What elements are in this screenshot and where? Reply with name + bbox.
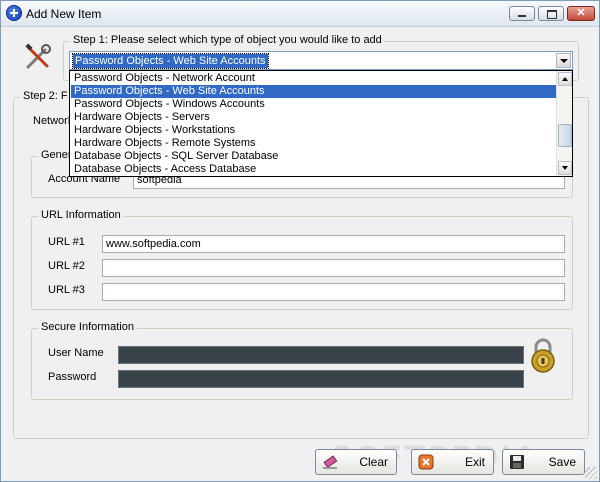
padlock-icon[interactable] — [528, 337, 558, 373]
clear-button-label: Clear — [359, 455, 388, 469]
url-information-legend: URL Information — [38, 209, 124, 221]
object-type-select[interactable]: Password Objects - Web Site Accounts — [69, 51, 573, 70]
close-icon: ✕ — [576, 7, 586, 19]
dropdown-scrollbar[interactable] — [556, 71, 572, 176]
url1-input[interactable]: www.softpedia.com — [102, 235, 565, 253]
secure-information-group: Secure Information — [31, 321, 573, 400]
url2-label: URL #2 — [48, 260, 85, 272]
scroll-up-icon[interactable] — [558, 72, 572, 86]
dropdown-option[interactable]: Database Objects - SQL Server Database — [71, 150, 557, 163]
dropdown-option[interactable]: Hardware Objects - Workstations — [71, 124, 557, 137]
title-bar[interactable]: Add New Item ✕ — [1, 1, 599, 27]
password-label: Password — [48, 371, 97, 383]
eraser-icon — [323, 455, 338, 469]
floppy-disk-icon — [510, 455, 524, 469]
add-circle-icon — [6, 5, 22, 21]
step1-legend: Step 1: Please select which type of obje… — [70, 34, 385, 46]
scrollbar-thumb[interactable] — [558, 124, 572, 147]
exit-button[interactable]: Exit — [411, 449, 494, 475]
url1-label: URL #1 — [48, 236, 85, 248]
url3-label: URL #3 — [48, 284, 85, 296]
minimize-button[interactable] — [509, 6, 535, 21]
exit-button-label: Exit — [464, 455, 485, 469]
object-type-dropdown-list[interactable]: Password Objects - Network Account Passw… — [69, 70, 573, 177]
step2-legend: Step 2: F — [20, 90, 71, 102]
dropdown-option[interactable]: Password Objects - Windows Accounts — [71, 98, 557, 111]
exit-icon — [418, 454, 434, 470]
scroll-down-icon[interactable] — [558, 161, 572, 175]
dropdown-option[interactable]: Database Objects - Access Database — [71, 163, 557, 176]
url2-input[interactable] — [102, 259, 565, 277]
password-input[interactable] — [118, 370, 524, 388]
dropdown-option[interactable]: Hardware Objects - Servers — [71, 111, 557, 124]
window-title: Add New Item — [26, 7, 102, 21]
url3-input[interactable] — [102, 283, 565, 301]
add-new-item-window: Add New Item ✕ Step 1: Please select whi… — [0, 0, 600, 482]
user-name-input[interactable] — [118, 346, 524, 364]
close-button[interactable]: ✕ — [567, 6, 595, 21]
save-button-label: Save — [548, 455, 576, 469]
clear-button[interactable]: Clear — [315, 449, 397, 475]
resize-grip[interactable] — [585, 467, 597, 479]
user-name-label: User Name — [48, 347, 104, 359]
maximize-button[interactable] — [538, 6, 564, 21]
network-label: Network — [33, 115, 74, 127]
save-button[interactable]: Save — [502, 449, 585, 475]
dropdown-option-selected[interactable]: Password Objects - Web Site Accounts — [71, 85, 557, 98]
tools-icon — [25, 43, 51, 69]
chevron-down-icon[interactable] — [556, 53, 571, 68]
secure-information-legend: Secure Information — [38, 321, 137, 333]
object-type-selected-value: Password Objects - Web Site Accounts — [72, 53, 269, 69]
dropdown-option[interactable]: Password Objects - Network Account — [71, 72, 557, 85]
dropdown-option[interactable]: Hardware Objects - Remote Systems — [71, 137, 557, 150]
